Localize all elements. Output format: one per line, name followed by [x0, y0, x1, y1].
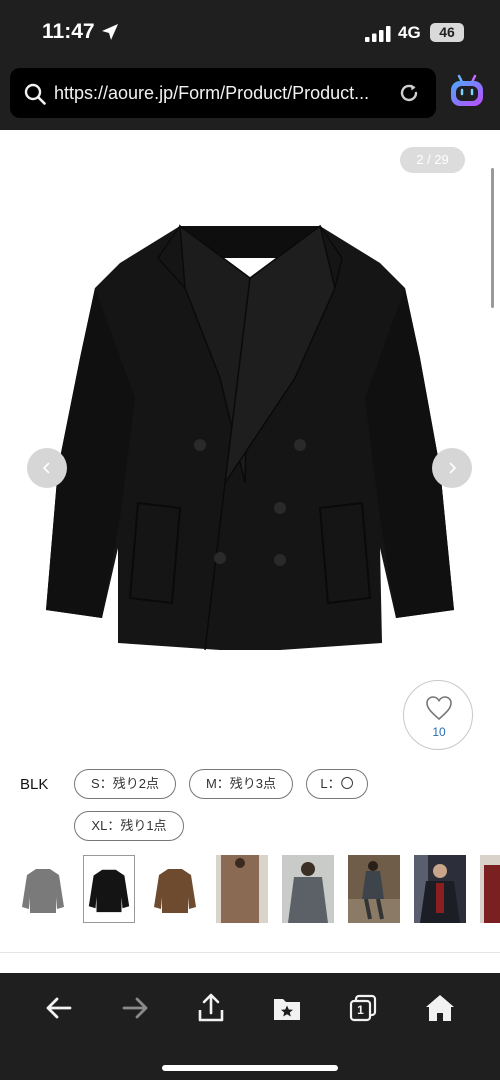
home-indicator[interactable] [162, 1065, 338, 1071]
scrollbar[interactable] [491, 168, 494, 308]
heart-icon [426, 696, 452, 721]
thumbnail-black-coat[interactable] [83, 855, 135, 923]
thumbnail-strip [0, 852, 500, 924]
tab-count: 1 [357, 1003, 364, 1017]
thumbnail-model-street[interactable] [348, 855, 400, 923]
url-text: https://aoure.jp/Form/Product/Product... [54, 83, 370, 103]
thumbnail-model-red[interactable] [480, 855, 500, 923]
thumbnail-gray-coat[interactable] [17, 855, 69, 923]
location-arrow-icon [102, 24, 118, 40]
chevron-left-icon [42, 462, 50, 474]
signal-icon [365, 26, 391, 42]
assistant-bot-icon[interactable] [448, 72, 486, 110]
status-time: 11:47 [42, 20, 95, 43]
size-option-m[interactable]: M：残り3点 [189, 769, 293, 799]
forward-arrow-icon[interactable] [120, 993, 150, 1023]
product-image[interactable] [40, 218, 460, 658]
size-option-l[interactable]: L：〇 [306, 769, 368, 799]
prev-image-button[interactable] [27, 448, 67, 488]
share-icon[interactable] [196, 993, 226, 1023]
thumbnail-model-brown[interactable] [216, 855, 268, 923]
size-option-s[interactable]: S：残り2点 [74, 769, 176, 799]
thumbnail-model-night[interactable] [414, 855, 466, 923]
tabs-button[interactable]: 1 [348, 993, 378, 1023]
back-arrow-icon[interactable] [44, 993, 74, 1023]
thumbnail-brown-coat[interactable] [149, 855, 201, 923]
size-option-xl[interactable]: XL：残り1点 [74, 811, 184, 841]
browser-toolbar: https://aoure.jp/Form/Product/Product... [0, 64, 500, 130]
color-label: BLK [20, 776, 49, 793]
reload-icon[interactable] [398, 82, 420, 104]
favorite-count: 10 [432, 725, 446, 739]
browser-bottom-toolbar: 1 [0, 973, 500, 1080]
chevron-right-icon [449, 462, 457, 474]
address-bar[interactable]: https://aoure.jp/Form/Product/Product... [10, 68, 436, 118]
bookmark-folder-icon[interactable] [272, 993, 302, 1023]
thumbnail-model-gray[interactable] [282, 855, 334, 923]
next-image-button[interactable] [432, 448, 472, 488]
search-icon [24, 83, 46, 105]
home-icon[interactable] [425, 993, 455, 1023]
section-divider [0, 952, 500, 953]
image-counter: 2 / 29 [400, 147, 465, 173]
battery-icon: 46 [430, 23, 464, 42]
page-content: 2 / 29 10 BLK S：残り2点 M：残り3点 L：〇 XL：残り1点 [0, 130, 500, 973]
favorite-button[interactable]: 10 [403, 680, 473, 750]
status-bar: 11:47 4G 46 [0, 0, 500, 64]
network-type: 4G [398, 23, 421, 42]
